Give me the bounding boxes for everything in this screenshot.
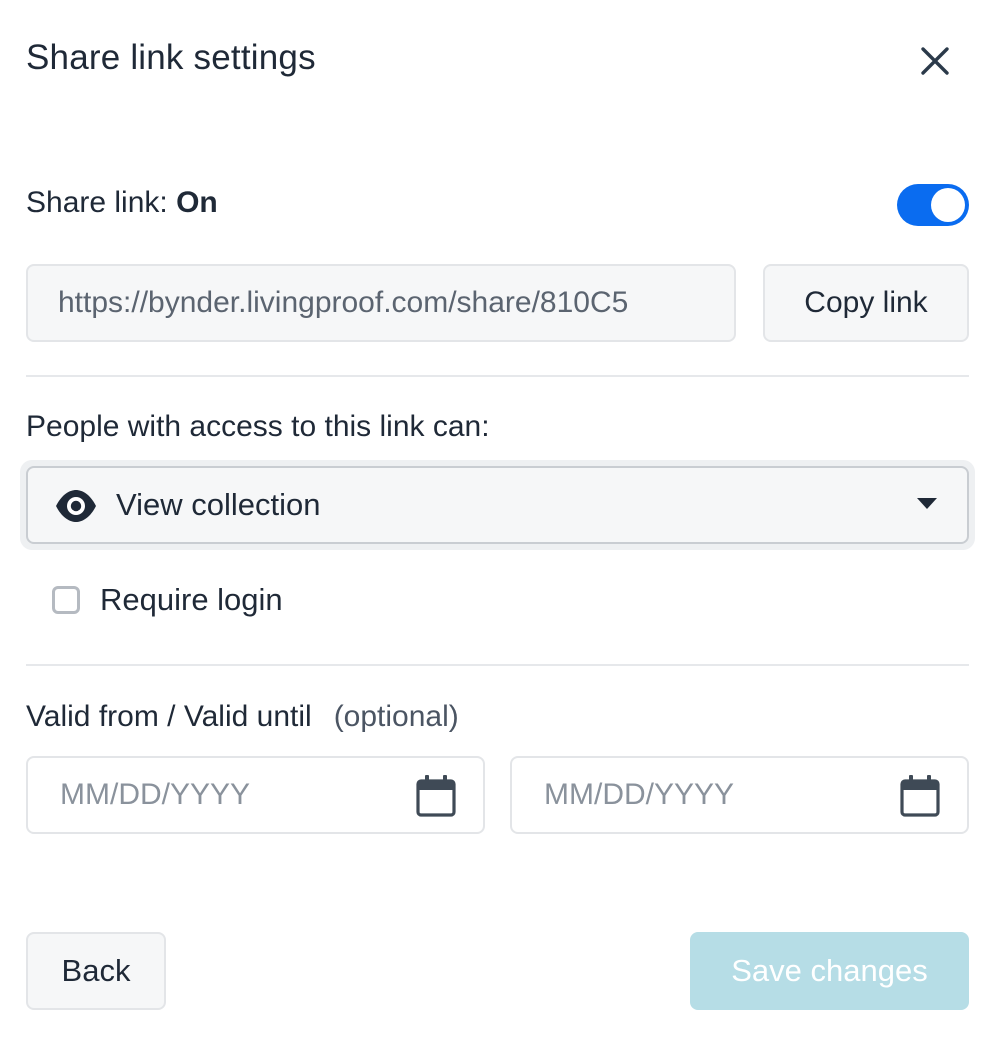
save-changes-button[interactable]: Save changes xyxy=(690,932,969,1010)
validity-label: Valid from / Valid until xyxy=(26,700,312,733)
eye-icon xyxy=(56,490,96,522)
divider xyxy=(26,375,969,377)
calendar-icon[interactable] xyxy=(899,774,941,818)
close-icon xyxy=(921,47,949,75)
close-button[interactable] xyxy=(914,40,956,82)
permissions-select[interactable]: View collection xyxy=(26,466,969,544)
valid-until-placeholder: MM/DD/YYYY xyxy=(544,778,735,811)
validity-label-row: Valid from / Valid until (optional) xyxy=(26,700,459,734)
permissions-label: People with access to this link can: xyxy=(26,410,490,443)
validity-optional-label: (optional) xyxy=(333,700,459,733)
share-link-toggle[interactable] xyxy=(897,184,969,226)
share-link-dialog: Share link settings Share link: On https… xyxy=(0,0,1004,1038)
valid-until-field[interactable]: MM/DD/YYYY xyxy=(510,756,969,834)
toggle-knob xyxy=(931,188,965,222)
divider xyxy=(26,664,969,666)
chevron-down-icon xyxy=(917,498,937,509)
share-url-text: https://bynder.livingproof.com/share/810… xyxy=(58,286,629,319)
share-link-state: On xyxy=(176,186,218,219)
dialog-title: Share link settings xyxy=(26,38,316,77)
share-link-label: Share link: xyxy=(26,186,168,219)
valid-from-field[interactable]: MM/DD/YYYY xyxy=(26,756,485,834)
share-url-field[interactable]: https://bynder.livingproof.com/share/810… xyxy=(26,264,736,342)
require-login-label: Require login xyxy=(100,582,283,617)
require-login-row: Require login xyxy=(52,582,283,618)
require-login-checkbox[interactable] xyxy=(52,586,80,614)
copy-link-button[interactable]: Copy link xyxy=(763,264,969,342)
permissions-selected-value: View collection xyxy=(116,487,321,522)
calendar-icon[interactable] xyxy=(415,774,457,818)
share-link-status: Share link: On xyxy=(26,186,218,220)
back-button[interactable]: Back xyxy=(26,932,166,1010)
valid-from-placeholder: MM/DD/YYYY xyxy=(60,778,251,811)
